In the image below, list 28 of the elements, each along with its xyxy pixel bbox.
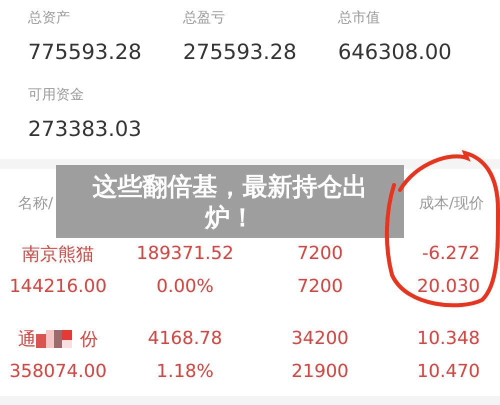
headline-text: 这些翻倍基，最新持仓出炉！ xyxy=(92,170,368,232)
column-header: 成本/现价 xyxy=(418,194,484,212)
stat-value: 273383.03 xyxy=(28,116,143,142)
market-value-cell-text: 358074.00 xyxy=(8,361,108,382)
stat-label: 总盈亏 xyxy=(183,9,226,27)
stat-value: 275593.28 xyxy=(183,39,298,65)
column-header: 名称/ xyxy=(18,194,54,212)
ratio-cell-text: 0.00% xyxy=(155,276,215,297)
stat-label: 可用资金 xyxy=(28,86,85,104)
cost-cell-text: 10.348 xyxy=(416,328,480,349)
holding-cell-text: 7200 xyxy=(296,243,344,264)
available-cell-text: 7200 xyxy=(296,276,344,297)
stat-value: 775593.28 xyxy=(28,39,143,65)
profit-cell-text: 189371.52 xyxy=(135,243,235,264)
price-cell-text: 10.470 xyxy=(416,361,480,382)
holding-cell-text: 34200 xyxy=(290,328,350,349)
profit-cell-text: 4168.78 xyxy=(146,328,224,349)
stock-name: 份 xyxy=(80,328,98,350)
ratio-cell-text: 1.18% xyxy=(155,361,215,382)
available-cell-text: 21900 xyxy=(290,361,350,382)
stat-label: 总资产 xyxy=(28,9,71,27)
stock-name: 通 xyxy=(18,328,36,350)
stat-value: 646308.00 xyxy=(338,39,453,65)
stock-name: 南京熊猫 xyxy=(21,242,95,266)
market-value-cell-text: 144216.00 xyxy=(8,276,108,297)
stat-label: 总市值 xyxy=(338,9,381,27)
cost-cell-text: -6.272 xyxy=(420,243,480,264)
price-cell-text: 20.030 xyxy=(416,276,480,297)
